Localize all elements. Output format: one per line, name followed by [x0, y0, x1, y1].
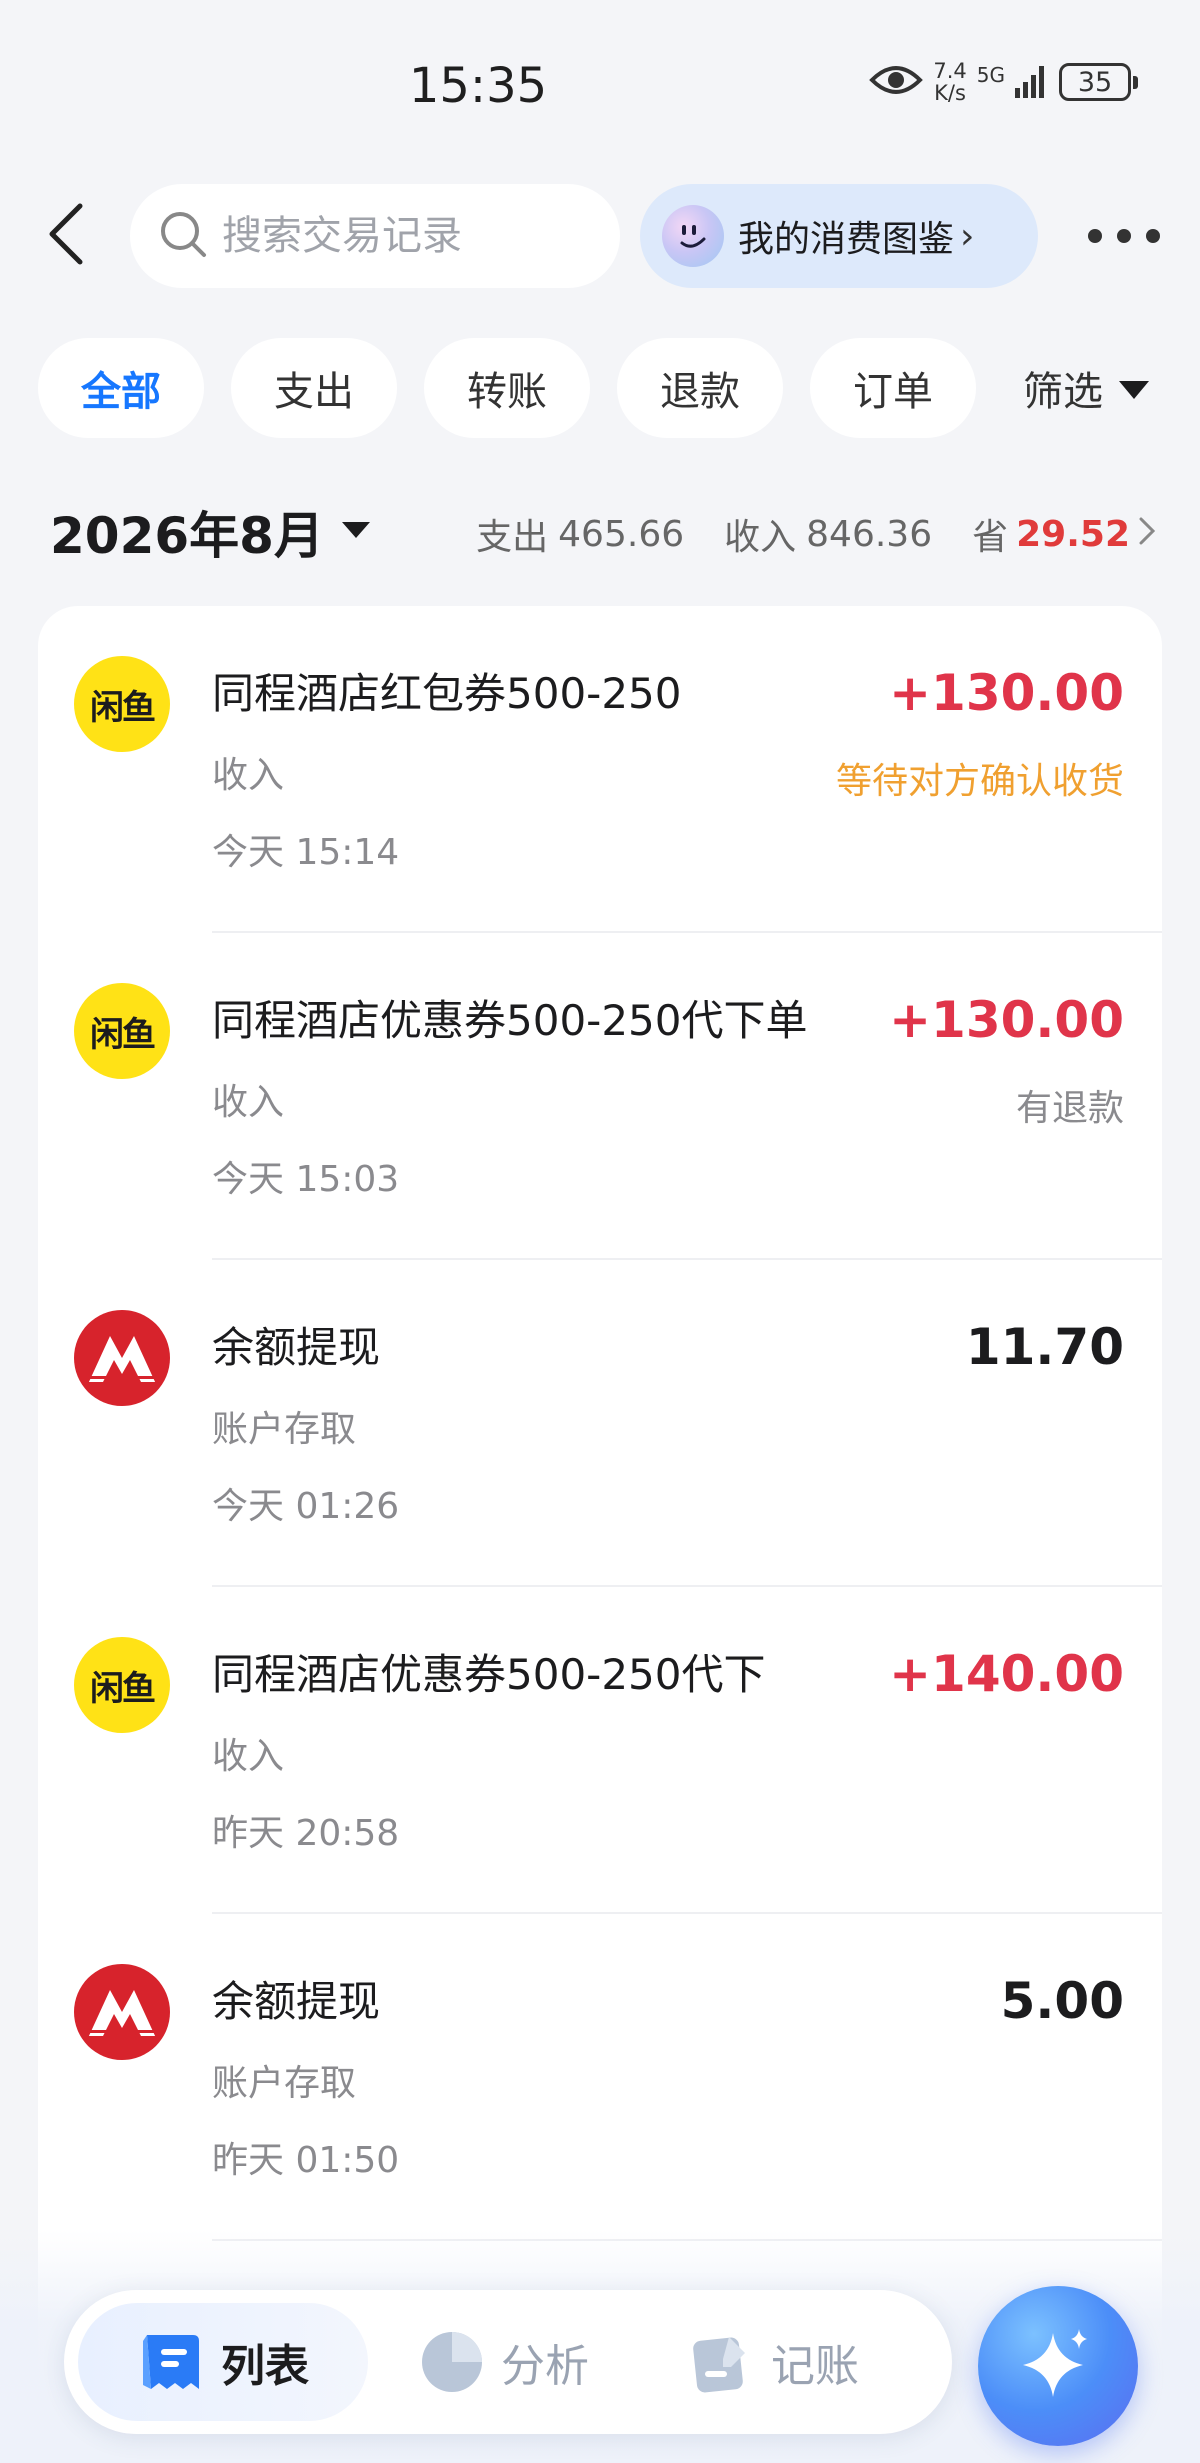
transaction-category: 账户存取 — [212, 2063, 357, 2104]
transaction-time: 昨天 01:50 — [212, 2140, 400, 2181]
transaction-amount: +130.00 — [889, 991, 1124, 1049]
search-box[interactable] — [130, 184, 622, 288]
transaction-status: 等待对方确认收货 — [835, 761, 1124, 802]
status-bar: 15:35 7.4 K/s 5G 35 — [0, 0, 1200, 180]
network-type: 5G — [976, 63, 1005, 87]
transaction-time: 今天 15:03 — [212, 1159, 400, 1200]
mascot-avatar-icon — [662, 205, 724, 267]
transaction-time: 今天 01:26 — [212, 1486, 400, 1527]
transaction-list: 闲鱼 同程酒店红包券500-250 收入 今天 15:14 +130.00 等待… — [38, 606, 1162, 2463]
chevron-right-icon — [1138, 514, 1156, 555]
more-dot — [1117, 229, 1131, 243]
search-icon — [158, 209, 208, 263]
xianyu-logo-icon: 闲鱼 — [74, 656, 170, 752]
net-speed-unit: K/s — [934, 81, 966, 105]
caret-down-icon — [340, 519, 372, 545]
more-dot — [1088, 229, 1102, 243]
more-options-button[interactable] — [1088, 214, 1160, 258]
transaction-amount: +130.00 — [889, 664, 1124, 722]
filter-bar: 全部 支出 转账 退款 订单 筛选 — [38, 338, 1200, 438]
filter-chip-order[interactable]: 订单 — [810, 338, 976, 438]
more-dot — [1146, 229, 1160, 243]
battery-icon: 35 — [1059, 63, 1138, 101]
transaction-title: 同程酒店红包券500-250 — [212, 669, 682, 718]
month-stats[interactable]: 支出 465.66 收入 846.36 省 29.52 — [476, 508, 1156, 560]
expense-label: 支出 — [476, 517, 549, 558]
net-speed-value: 7.4 — [933, 59, 967, 83]
xianyu-logo-icon: 闲鱼 — [74, 983, 170, 1079]
income-value: 846.36 — [806, 513, 933, 555]
caret-down-icon — [1117, 365, 1151, 411]
filter-dropdown-button[interactable]: 筛选 — [1023, 359, 1151, 417]
nav-tab-list-label: 列表 — [221, 2341, 309, 2392]
filter-label: 筛选 — [1023, 369, 1103, 415]
transaction-item[interactable]: 余额提现 账户存取 今天 01:26 11.70 — [38, 1260, 1162, 1587]
search-input[interactable] — [222, 213, 622, 259]
filter-chip-expense[interactable]: 支出 — [231, 338, 397, 438]
saved-label: 省 — [972, 517, 1009, 558]
transaction-category: 收入 — [212, 1082, 285, 1123]
pie-chart-icon — [417, 2327, 487, 2397]
transaction-title: 余额提现 — [212, 1977, 381, 2026]
expense-value: 465.66 — [558, 513, 685, 555]
nav-tab-analysis-label: 分析 — [501, 2341, 589, 2392]
nav-tab-bookkeeping-label: 记账 — [771, 2341, 859, 2392]
xianyu-logo-icon: 闲鱼 — [74, 1637, 170, 1733]
filter-chip-transfer[interactable]: 转账 — [424, 338, 590, 438]
status-icons: 7.4 K/s 5G 35 — [869, 60, 1138, 104]
signal-icon — [1015, 62, 1049, 102]
transaction-status: 有退款 — [1015, 1088, 1124, 1129]
spending-insights-label: 我的消费图鉴 — [738, 219, 955, 260]
cmb-bank-logo-icon — [74, 1310, 170, 1406]
transaction-amount: +140.00 — [889, 1645, 1124, 1703]
bottom-nav: 列表 分析 记账 — [64, 2290, 952, 2434]
month-picker[interactable]: 2026年8月 — [50, 496, 372, 568]
transaction-title: 同程酒店优惠券500-250代下 — [212, 1650, 766, 1699]
transaction-item[interactable]: 余额提现 账户存取 昨天 01:50 5.00 — [38, 1914, 1162, 2241]
ai-assistant-button[interactable] — [978, 2286, 1138, 2446]
saved-value: 29.52 — [1016, 513, 1130, 555]
chevron-left-icon — [46, 202, 86, 270]
nav-tab-analysis[interactable]: 分析 — [368, 2303, 638, 2421]
status-time: 15:35 — [408, 58, 548, 114]
income-label: 收入 — [724, 517, 797, 558]
sparkle-icon — [1013, 2319, 1103, 2413]
filter-chip-all[interactable]: 全部 — [38, 338, 204, 438]
spending-insights-button[interactable]: 我的消费图鉴 › — [640, 184, 1038, 288]
transaction-category: 收入 — [212, 1736, 285, 1777]
nav-tab-list[interactable]: 列表 — [78, 2303, 368, 2421]
transaction-item[interactable]: 闲鱼 同程酒店优惠券500-250代下单 收入 今天 15:03 +130.00… — [38, 933, 1162, 1260]
back-button[interactable] — [36, 202, 96, 270]
transaction-amount: 11.70 — [965, 1318, 1124, 1376]
month-summary-row: 2026年8月 支出 465.66 收入 846.36 省 29.52 — [0, 490, 1200, 570]
transaction-item[interactable]: 闲鱼 同程酒店红包券500-250 收入 今天 15:14 +130.00 等待… — [38, 606, 1162, 933]
bookkeeping-icon — [687, 2327, 757, 2397]
transaction-item[interactable]: 闲鱼 同程酒店优惠券500-250代下 收入 昨天 20:58 +140.00 — [38, 1587, 1162, 1914]
filter-chip-refund[interactable]: 退款 — [617, 338, 783, 438]
battery-level: 35 — [1059, 63, 1131, 101]
transaction-category: 账户存取 — [212, 1409, 357, 1450]
transaction-title: 同程酒店优惠券500-250代下单 — [212, 996, 808, 1045]
chevron-right-icon: › — [960, 215, 975, 257]
cmb-bank-logo-icon — [74, 1964, 170, 2060]
net-speed: 7.4 K/s — [933, 60, 966, 104]
nav-tab-bookkeeping[interactable]: 记账 — [638, 2303, 908, 2421]
month-label: 2026年8月 — [50, 507, 324, 565]
eye-icon — [869, 62, 924, 102]
transaction-title: 余额提现 — [212, 1323, 381, 1372]
transaction-time: 今天 15:14 — [212, 832, 400, 873]
transaction-time: 昨天 20:58 — [212, 1813, 400, 1854]
list-icon — [137, 2327, 207, 2397]
transaction-category: 收入 — [212, 755, 285, 796]
transaction-amount: 5.00 — [1000, 1972, 1124, 2030]
header: 我的消费图鉴 › — [0, 184, 1200, 288]
